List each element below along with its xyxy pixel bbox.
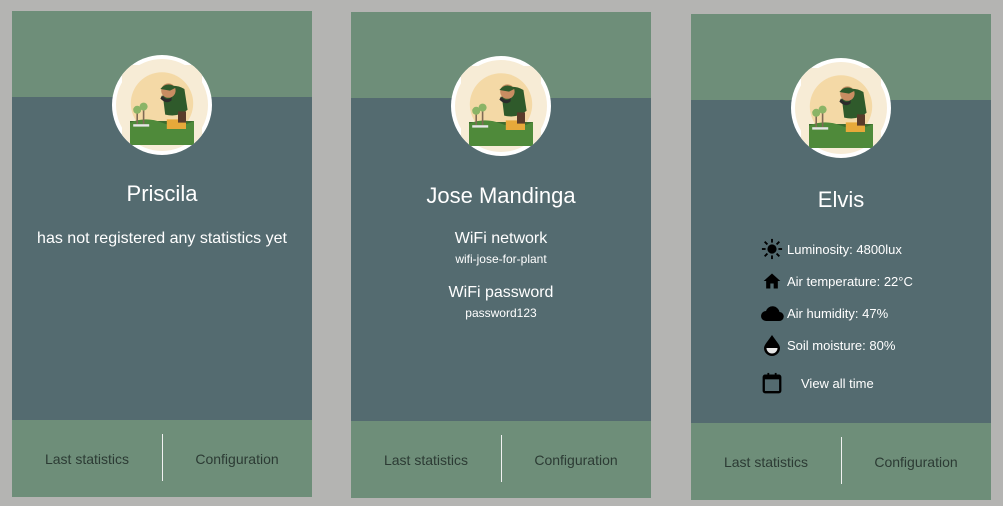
profile-card-elvis: Elvis Luminosity: 4800lux Air temperatur… (691, 14, 991, 500)
user-name: Jose Mandinga (426, 183, 576, 208)
water-drop-icon (759, 332, 785, 358)
profile-card-jose: Jose Mandinga WiFi network wifi-jose-for… (351, 12, 651, 498)
stat-air-humidity: Air humidity: 47% (759, 300, 888, 326)
cloud-icon (759, 300, 785, 326)
stat-air-humidity-label: Air humidity: 47% (787, 305, 889, 321)
avatar (451, 56, 551, 156)
card-footer: Last statistics Configuration (691, 423, 991, 500)
profile-card-priscila: Priscila has not registered any statisti… (12, 11, 312, 497)
sun-icon (759, 236, 785, 262)
card-footer: Last statistics Configuration (12, 420, 312, 497)
configuration-button[interactable]: Configuration (501, 421, 651, 498)
user-name: Elvis (817, 187, 865, 212)
stat-soil-moisture-label: Soil moisture: 80% (787, 337, 896, 353)
wifi-network-value: wifi-jose-for-plant (455, 252, 547, 266)
view-all-time-label[interactable]: View all time (801, 376, 874, 391)
wifi-network-label: WiFi network (454, 230, 548, 247)
configuration-button[interactable]: Configuration (841, 423, 991, 500)
wifi-password-value: password123 (465, 306, 537, 320)
stat-air-temperature-label: Air temperature: 22°C (787, 273, 913, 289)
calendar-icon (759, 370, 785, 396)
configuration-button[interactable]: Configuration (162, 420, 312, 497)
stat-air-temperature: Air temperature: 22°C (759, 268, 913, 294)
home-icon (759, 268, 785, 294)
view-all-time-row[interactable]: View all time (759, 370, 874, 396)
no-statistics-message: has not registered any statistics yet (37, 230, 287, 247)
stat-luminosity-label: Luminosity: 4800lux (787, 241, 902, 257)
last-statistics-button[interactable]: Last statistics (351, 421, 501, 498)
stat-soil-moisture: Soil moisture: 80% (759, 332, 895, 358)
avatar (791, 58, 891, 158)
stat-luminosity: Luminosity: 4800lux (759, 236, 902, 262)
avatar (112, 55, 212, 155)
user-name: Priscila (126, 181, 198, 206)
last-statistics-button[interactable]: Last statistics (691, 423, 841, 500)
card-footer: Last statistics Configuration (351, 421, 651, 498)
last-statistics-button[interactable]: Last statistics (12, 420, 162, 497)
wifi-password-label: WiFi password (448, 284, 554, 301)
